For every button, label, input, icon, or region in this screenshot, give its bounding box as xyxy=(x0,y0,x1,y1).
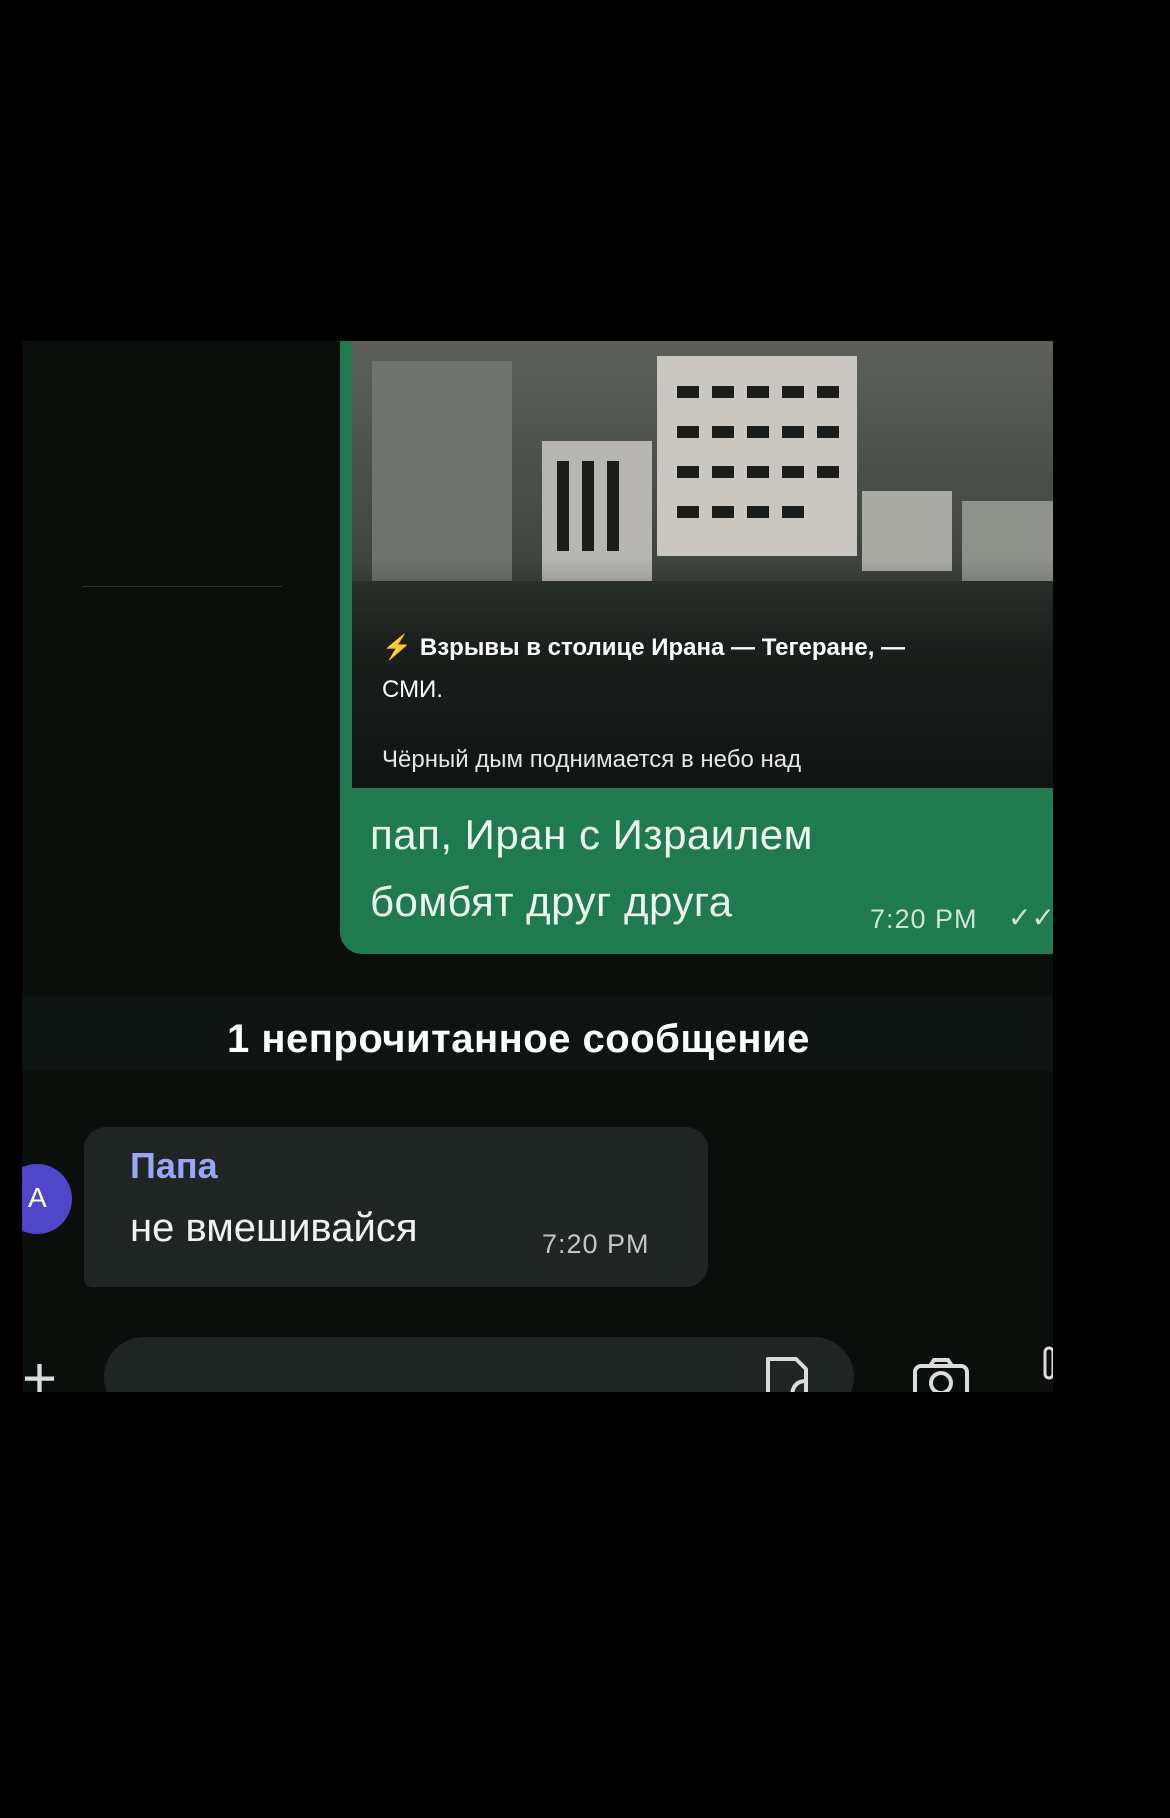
incoming-message-time: 7:20 PM xyxy=(542,1229,650,1259)
link-preview[interactable]: ⚡ Взрывы в столице Ирана — Тегеране, — СМ… xyxy=(352,341,1053,788)
outgoing-message-time: 7:20 PM xyxy=(870,904,978,934)
unread-divider-label: 1 непрочитанное сообщение xyxy=(227,1017,810,1061)
avatar-letter: A xyxy=(28,1182,47,1213)
preview-description: Чёрный дым поднимается в небо над xyxy=(382,746,802,773)
outgoing-message-text-line2: бомбят друг друга xyxy=(370,878,733,925)
sender-name[interactable]: Папа xyxy=(130,1145,218,1187)
lightning-icon: ⚡ xyxy=(382,634,412,661)
preview-headline: ⚡ Взрывы в столице Ирана — Тегеране, — xyxy=(382,634,906,661)
camera-icon[interactable] xyxy=(912,1357,970,1392)
double-check-icon: ✓✓ xyxy=(1008,902,1053,933)
sticker-icon[interactable] xyxy=(762,1353,812,1392)
preview-source: СМИ. xyxy=(382,676,443,703)
incoming-message-text: не вмешивайся xyxy=(130,1206,418,1250)
outgoing-message-text-line1: пап, Иран с Израилем xyxy=(370,811,813,858)
outgoing-message-bubble[interactable]: ⚡ Взрывы в столице Ирана — Тегеране, — СМ… xyxy=(340,341,1053,954)
divider xyxy=(82,586,282,587)
message-input[interactable] xyxy=(104,1337,854,1392)
plus-icon[interactable]: + xyxy=(22,1349,57,1393)
chat-screen: ⚡ Взрывы в столице Ирана — Тегеране, — СМ… xyxy=(22,341,1053,1392)
mic-icon[interactable] xyxy=(1042,1346,1053,1392)
